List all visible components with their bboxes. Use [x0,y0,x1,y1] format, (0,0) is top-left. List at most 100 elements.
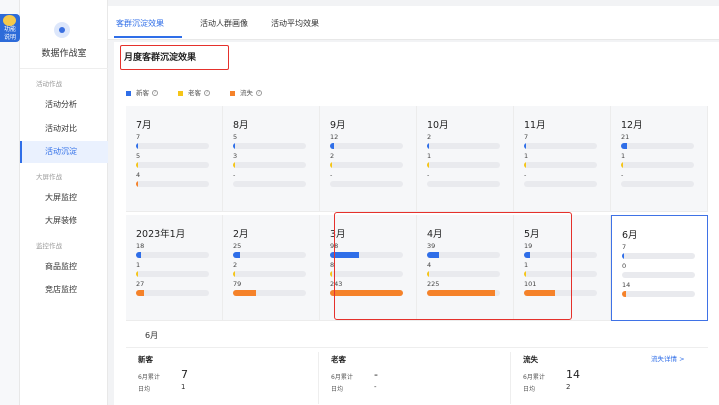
month-label: 4月 [427,229,443,240]
month-lost-bar [622,291,627,297]
month-old-bar-track [621,162,694,168]
month-cell[interactable]: 2023年1月 18 1 27 [126,215,223,321]
month-cell[interactable]: 10月 2 1 - [417,106,514,212]
month-lost-value: 79 [233,280,242,288]
month-new-bar [622,253,625,259]
month-new-value: 2 [427,133,432,141]
legend-item-old: 老客? [178,87,210,97]
month-new-bar-track [233,252,306,258]
month-new-bar [233,252,241,258]
help-icon[interactable]: ? [256,90,262,96]
month-cell[interactable]: 8月 5 3 - [223,106,320,212]
month-cell[interactable]: 5月 19 1 101 [514,215,611,321]
month-label: 9月 [330,120,346,131]
left-rail: 功能 说明 [0,0,20,405]
summary-new-total-label: 6月累计 [138,374,160,381]
month-lost-bar-track [427,290,500,296]
month-grid: 7月 7 5 4 8月 5 3-9月 12 2-10月 2 1-11月 7 1-12月 21 1-2023年… [126,106,708,321]
month-lost-bar-track [427,181,500,187]
month-new-bar [330,143,334,149]
month-lost-bar [233,290,257,296]
summary-new-total: 7 [181,368,188,381]
month-old-bar-track [233,162,306,168]
month-new-value: 18 [136,242,145,250]
sidebar-item-screen-decorate[interactable]: 大屏装修 [20,210,108,232]
summary-lost-avg-label: 日均 [523,386,536,393]
month-new-value: 39 [427,242,436,250]
month-new-bar-track [524,143,597,149]
month-old-bar [330,162,332,168]
month-cell[interactable]: 4月 39 4 225 [417,215,514,321]
sidebar-item-activity-deposit[interactable]: 活动沉淀 [20,141,108,163]
summary-lost-total: 14 [566,368,580,381]
month-new-bar [524,252,530,258]
month-new-bar-track [427,143,500,149]
month-new-value: 7 [524,133,529,141]
month-lost-bar-track [621,181,694,187]
month-cell[interactable]: 7月 7 5 4 [126,106,223,212]
month-lost-bar-track [622,291,695,297]
month-summary: 6月 新客 6月累计 7 日均 1 老客 6月累计 - 日均 - 流失 6月累计… [126,322,708,405]
sidebar-item-activity-compare[interactable]: 活动对比 [20,118,108,140]
feature-guide-button[interactable]: 功能 说明 [0,14,20,42]
month-old-bar-track [136,271,209,277]
month-old-value: 2 [330,152,335,160]
sidebar-item-activity-analysis[interactable]: 活动分析 [20,94,108,116]
summary-old-avg: - [374,383,377,391]
help-icon[interactable]: ? [204,90,210,96]
help-icon[interactable]: ? [152,90,158,96]
month-lost-bar [427,290,495,296]
month-new-bar [136,252,142,258]
month-new-value: 7 [622,243,627,251]
month-new-bar-track [524,252,597,258]
month-new-bar-track [136,252,209,258]
month-label: 2月 [233,229,249,240]
summary-old-total-label: 6月累计 [331,374,353,381]
summary-divider [126,347,708,348]
lost-detail-link[interactable]: 流失详情 > [651,353,685,363]
sidebar: 数据作战室 活动作战 活动分析 活动对比 活动沉淀 大屏作战 大屏监控 大屏装修… [20,0,108,405]
sidebar-item-screen-monitor[interactable]: 大屏监控 [20,187,108,209]
month-old-value: 1 [136,261,141,269]
month-label: 11月 [524,120,546,131]
tab-active-indicator [114,36,182,38]
summary-lost-total-label: 6月累计 [523,374,545,381]
month-lost-value: 101 [524,280,537,288]
month-label: 5月 [524,229,540,240]
tab-customer-deposit[interactable]: 客群沉淀效果 [116,18,164,29]
month-lost-value: 225 [427,280,440,288]
month-lost-bar [330,290,403,296]
month-old-bar-track [136,162,209,168]
month-lost-value: 243 [330,280,343,288]
month-new-value: 12 [330,133,339,141]
month-cell[interactable]: 3月 98 8 243 [320,215,417,321]
month-old-bar [136,162,138,168]
month-old-value: 8 [330,261,335,269]
month-lost-bar [524,290,555,296]
month-cell[interactable]: 2月 25 2 79 [223,215,320,321]
month-old-bar-track [427,271,500,277]
month-lost-bar-track [136,181,209,187]
month-old-bar-track [233,271,306,277]
sidebar-item-competitor-monitor[interactable]: 竞店监控 [20,279,108,301]
month-old-value: 1 [621,152,626,160]
month-new-bar-track [233,143,306,149]
month-new-value: 21 [621,133,630,141]
summary-new-avg: 1 [181,383,186,391]
tab-crowd-portrait[interactable]: 活动人群画像 [200,18,248,29]
sidebar-item-product-monitor[interactable]: 商品监控 [20,256,108,278]
summary-old: 老客 6月累计 - 日均 - [318,352,508,404]
month-new-value: 98 [330,242,339,250]
month-lost-value: 14 [622,281,631,289]
month-cell[interactable]: 9月 12 2 - [320,106,417,212]
sidebar-group-monitor: 监控作战 [36,242,62,250]
month-lost-value: - [427,171,430,179]
tab-average-effect[interactable]: 活动平均效果 [271,18,319,29]
month-cell[interactable]: 11月 7 1 - [514,106,611,212]
month-new-bar [330,252,360,258]
legend-label-old: 老客 [188,89,201,97]
legend-label-lost: 流失 [240,89,253,97]
month-old-bar-track [330,271,403,277]
month-cell[interactable]: 12月 21 1 - [611,106,708,212]
month-cell[interactable]: 6月 7 0 14 [611,215,708,321]
